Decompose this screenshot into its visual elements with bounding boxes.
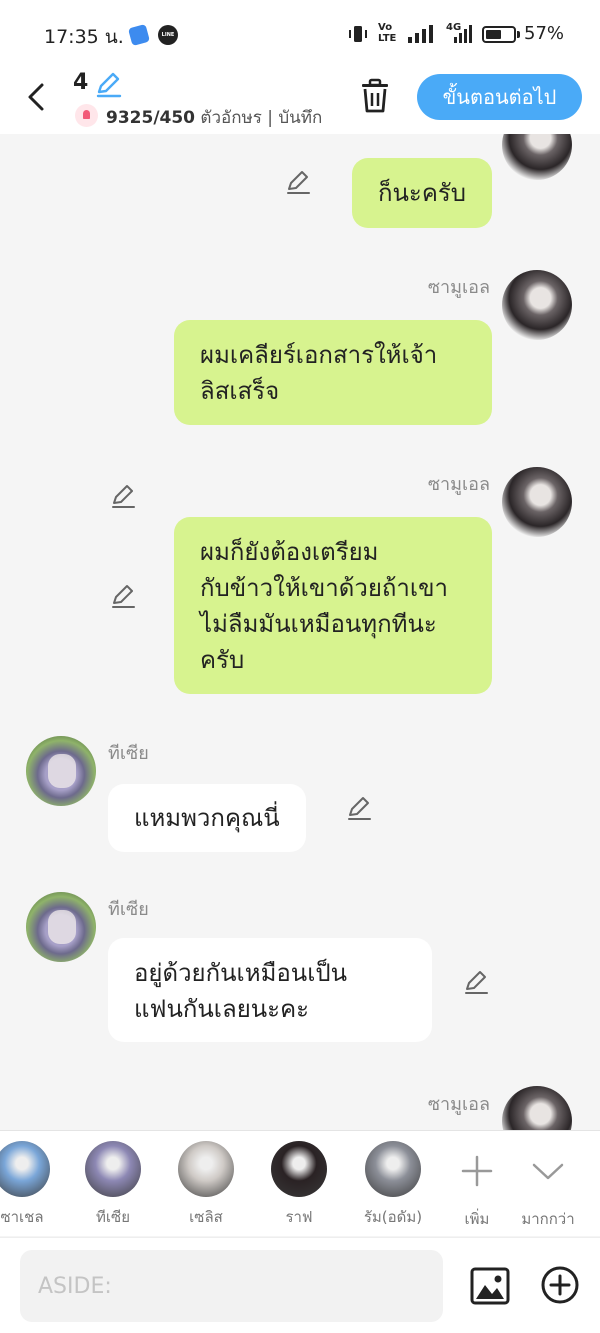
edit-message-pencil-icon[interactable] — [462, 968, 490, 996]
input-bar — [0, 1237, 600, 1333]
character-avatar — [178, 1141, 234, 1197]
add-circle-icon[interactable] — [540, 1265, 580, 1305]
battery-percent: 57% — [524, 23, 565, 44]
chevron-down-icon — [532, 1163, 564, 1180]
plus-icon — [461, 1155, 493, 1187]
status-bar: 17:35 น. LINE Vo LTE 4G 57% — [0, 0, 600, 66]
avatar[interactable] — [502, 270, 572, 340]
vibrate-icon — [349, 26, 367, 42]
edit-message-pencil-icon[interactable] — [284, 168, 312, 196]
image-icon[interactable] — [470, 1266, 510, 1306]
app-notification-icon — [127, 23, 151, 47]
edit-message-pencil-icon[interactable] — [345, 794, 373, 822]
message-bubble[interactable]: ผมก็ยังต้องเตรียม กับข้าวให้เขาด้วยถ้าเข… — [174, 517, 492, 694]
character-item[interactable]: ราฟ — [259, 1141, 339, 1229]
chat-area[interactable]: ก็นะครับ ซามูเอล ผมเคลียร์เอกสารให้เจ้า … — [0, 134, 600, 1130]
edit-title-pencil-icon[interactable] — [94, 70, 122, 98]
character-count: 9325/450 ตัวอักษร | บันทึก — [106, 108, 323, 128]
more-characters-button[interactable]: มากกว่า — [513, 1143, 583, 1231]
notification-bell-icon — [75, 104, 98, 127]
trash-icon[interactable] — [358, 78, 392, 114]
message-bubble[interactable]: อยู่ด้วยกันเหมือนเป็น แฟนกันเลยนะคะ — [108, 938, 432, 1042]
line-app-icon: LINE — [158, 25, 178, 45]
character-item[interactable]: ทีเซีย — [73, 1141, 153, 1229]
signal-2-icon — [454, 25, 472, 43]
edit-message-pencil-icon[interactable] — [109, 582, 137, 610]
character-avatar — [365, 1141, 421, 1197]
add-character-button[interactable]: เพิ่ม — [442, 1143, 512, 1231]
avatar[interactable] — [502, 467, 572, 537]
message-bubble[interactable]: แหมพวกคุณนี่ — [108, 784, 306, 852]
next-step-button[interactable]: ขั้นตอนต่อไป — [417, 74, 582, 120]
sender-name: ทีเซีย — [108, 899, 149, 920]
character-item[interactable]: เซลิส — [166, 1141, 246, 1229]
sender-name: ทีเซีย — [108, 743, 149, 764]
avatar[interactable] — [26, 892, 96, 962]
avatar[interactable] — [26, 736, 96, 806]
back-icon[interactable] — [22, 80, 52, 114]
character-item[interactable]: ซาเชล — [0, 1141, 62, 1229]
episode-number: 4 — [73, 70, 89, 95]
volte-indicator: Vo LTE — [378, 22, 397, 44]
aside-input[interactable] — [20, 1250, 443, 1322]
signal-icon — [408, 25, 433, 43]
edit-message-pencil-icon[interactable] — [109, 482, 137, 510]
sender-name: ซามูเอล — [427, 474, 490, 495]
message-bubble[interactable]: ผมเคลียร์เอกสารให้เจ้า ลิสเสร็จ — [174, 320, 492, 425]
sender-name: ซามูเอล — [427, 277, 490, 298]
sender-name: ซามูเอล — [427, 1094, 490, 1115]
character-avatar — [85, 1141, 141, 1197]
avatar[interactable] — [502, 134, 572, 180]
message-bubble[interactable]: ก็นะครับ — [351, 158, 492, 228]
character-avatar — [271, 1141, 327, 1197]
character-item[interactable]: รัม(อดัม) — [353, 1141, 433, 1229]
character-avatar — [0, 1141, 50, 1197]
editor-header: 4 9325/450 ตัวอักษร | บันทึก ขั้นตอนต่อไ… — [0, 66, 600, 134]
avatar[interactable] — [502, 1086, 572, 1130]
battery-icon — [482, 26, 516, 43]
clock: 17:35 น. — [44, 26, 124, 48]
character-selector: ซาเชล ทีเซีย เซลิส ราฟ รัม(อดัม) เพิ่ม ม… — [0, 1130, 600, 1236]
